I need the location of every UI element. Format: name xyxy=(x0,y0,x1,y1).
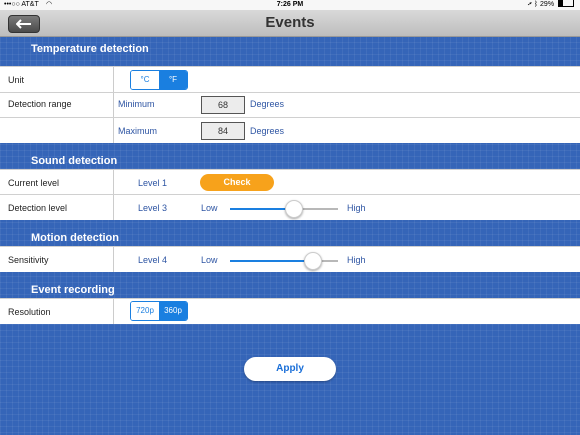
apply-button[interactable]: Apply xyxy=(244,357,336,381)
battery-percent: 29% xyxy=(540,1,555,8)
resolution-option-360p[interactable]: 360p xyxy=(159,302,187,320)
current-level-row: Current level Level 1 Check xyxy=(0,169,580,195)
slider-high-label: High xyxy=(347,255,366,265)
minimum-label: Minimum xyxy=(118,99,155,109)
maximum-label: Maximum xyxy=(118,126,158,136)
section-title: Event recording xyxy=(31,284,115,296)
current-level-label: Current level xyxy=(8,178,60,188)
resolution-label: Resolution xyxy=(8,307,51,317)
unit-option-celsius[interactable]: °C xyxy=(131,71,159,89)
page-title: Events xyxy=(265,14,315,31)
unit-option-fahrenheit[interactable]: °F xyxy=(159,71,187,89)
detection-range-min-row: Detection range Minimum 68 Degrees xyxy=(0,92,580,117)
section-title: Sound detection xyxy=(31,155,118,167)
status-right: ➚ ᛒ 29% xyxy=(528,0,574,10)
detection-level-value: Level 3 xyxy=(138,203,168,213)
detection-level-label: Detection level xyxy=(8,203,68,213)
slider-low-label: Low xyxy=(201,203,218,213)
clock: 7:26 PM xyxy=(276,1,304,8)
slider-fill xyxy=(230,260,312,262)
section-title: Motion detection xyxy=(31,232,119,244)
status-bar: •••○○ AT&T ◠ 7:26 PM ➚ ᛒ 29% xyxy=(0,0,580,10)
slider-knob[interactable] xyxy=(304,252,322,270)
sensitivity-slider[interactable] xyxy=(230,252,338,270)
resolution-segmented-control: 720p 360p xyxy=(130,301,188,321)
slider-high-label: High xyxy=(347,203,366,213)
sensitivity-value: Level 4 xyxy=(138,255,168,265)
unit-label: Unit xyxy=(8,75,25,85)
sensitivity-row: Sensitivity Level 4 Low High xyxy=(0,246,580,272)
location-icon: ➚ xyxy=(527,1,532,8)
maximum-unit: Degrees xyxy=(250,126,285,136)
bluetooth-icon: ᛒ xyxy=(533,1,539,8)
battery-icon xyxy=(558,0,574,8)
minimum-input[interactable]: 68 xyxy=(201,96,245,114)
detection-level-slider[interactable] xyxy=(230,200,338,218)
slider-low-label: Low xyxy=(201,255,218,265)
sensitivity-label: Sensitivity xyxy=(8,255,49,265)
minimum-unit: Degrees xyxy=(250,99,285,109)
section-temperature: Temperature detection xyxy=(0,37,580,61)
slider-fill xyxy=(230,208,293,210)
unit-row: Unit °C °F xyxy=(0,66,580,93)
check-button[interactable]: Check xyxy=(200,174,274,191)
unit-segmented-control: °C °F xyxy=(130,70,188,90)
current-level-value: Level 1 xyxy=(138,178,168,188)
maximum-input[interactable]: 84 xyxy=(201,122,245,140)
detection-range-max-row: Maximum 84 Degrees xyxy=(0,117,580,143)
detection-range-label: Detection range xyxy=(8,99,72,109)
resolution-row: Resolution 720p 360p xyxy=(0,298,580,324)
slider-knob[interactable] xyxy=(285,200,303,218)
detection-level-row: Detection level Level 3 Low High xyxy=(0,194,580,220)
nav-bar: Events xyxy=(0,10,580,37)
section-title: Temperature detection xyxy=(31,43,149,55)
resolution-option-720p[interactable]: 720p xyxy=(131,302,159,320)
